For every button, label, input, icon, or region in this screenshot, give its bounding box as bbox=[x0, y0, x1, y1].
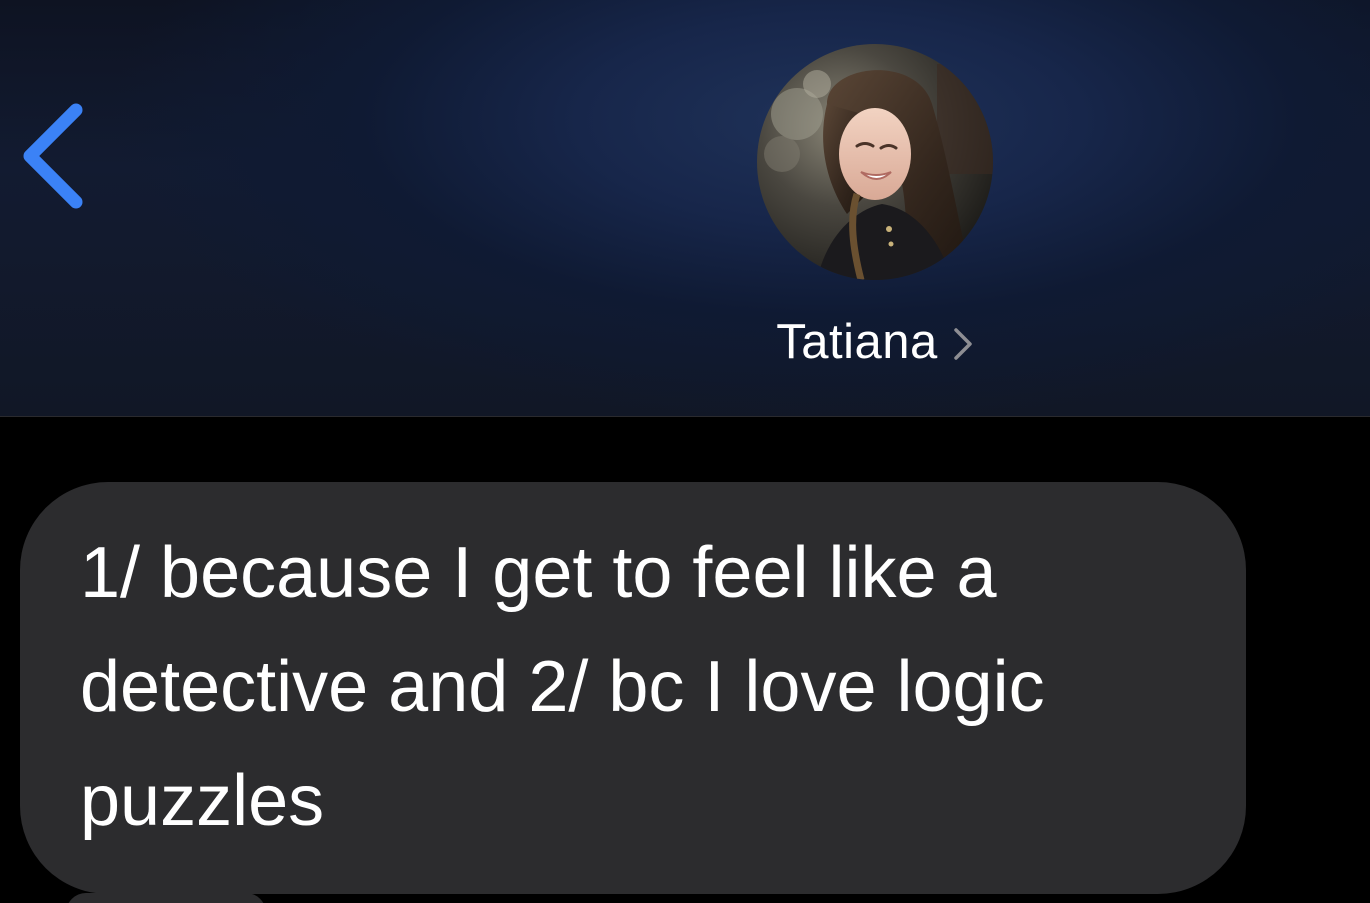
messages-screen: Tatiana 1/ because I get to feel like a … bbox=[0, 0, 1370, 903]
next-message-bubble-edge bbox=[66, 893, 266, 903]
back-button[interactable] bbox=[18, 98, 98, 216]
contact-name: Tatiana bbox=[776, 315, 938, 369]
avatar-photo bbox=[757, 44, 993, 280]
chevron-left-icon bbox=[23, 103, 83, 209]
incoming-message-bubble[interactable]: 1/ because I get to feel like a detectiv… bbox=[20, 482, 1246, 894]
contact-name-button[interactable]: Tatiana bbox=[700, 310, 1050, 374]
chevron-right-icon bbox=[954, 328, 972, 360]
contact-avatar[interactable] bbox=[757, 44, 993, 280]
message-text: 1/ because I get to feel like a detectiv… bbox=[80, 533, 1045, 841]
conversation-header: Tatiana bbox=[0, 0, 1370, 417]
